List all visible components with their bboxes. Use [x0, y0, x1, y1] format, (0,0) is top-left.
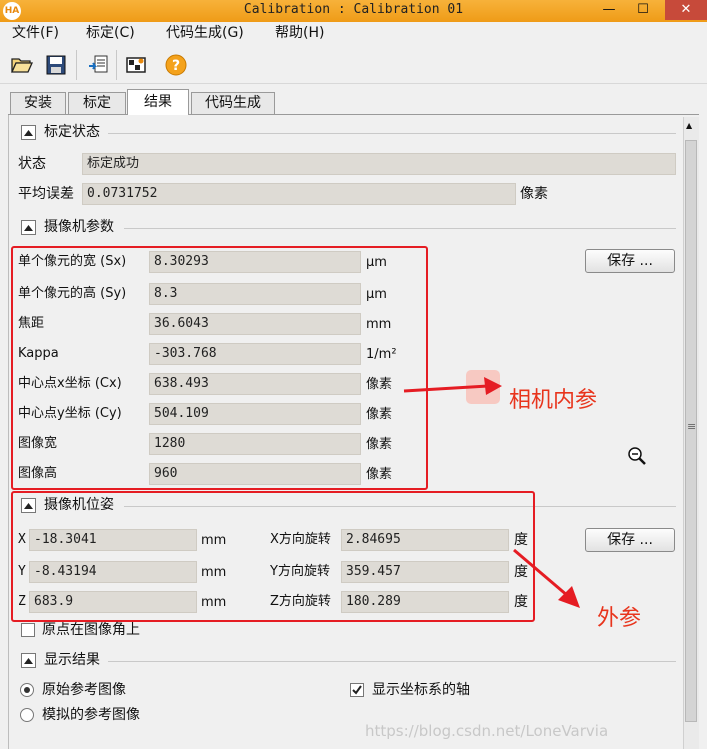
section-title-display: 显示结果: [44, 652, 100, 668]
collapse-status-toggle[interactable]: [21, 125, 36, 140]
section-divider: [108, 661, 676, 662]
radio-simulated-label: 模拟的参考图像: [42, 707, 140, 723]
collapse-display-toggle[interactable]: [21, 653, 36, 668]
tab-codegen[interactable]: 代码生成: [191, 92, 275, 114]
intrinsic-highlight-box: [11, 246, 428, 490]
section-title-camera-params: 摄像机参数: [44, 219, 114, 235]
origin-corner-label: 原点在图像角上: [42, 622, 140, 638]
radio-original-label: 原始参考图像: [42, 682, 126, 698]
tab-results[interactable]: 结果: [127, 89, 189, 115]
export-code-icon[interactable]: [84, 51, 112, 79]
intrinsic-arrow-icon: [403, 377, 502, 395]
maximize-button[interactable]: ☐: [630, 0, 656, 20]
extrinsic-arrow-icon: [513, 548, 580, 608]
tab-calibrate[interactable]: 标定: [68, 92, 126, 114]
minimize-button[interactable]: —: [596, 0, 622, 20]
section-divider: [124, 228, 676, 229]
radio-original-image[interactable]: [20, 683, 34, 697]
tab-install[interactable]: 安装: [10, 92, 66, 114]
state-label: 状态: [18, 156, 46, 172]
save-camera-params-button[interactable]: 保存 ...: [585, 249, 675, 273]
open-folder-icon[interactable]: [8, 51, 36, 79]
save-camera-pose-button[interactable]: 保存 ...: [585, 528, 675, 552]
annotation-extrinsic: 外参: [597, 606, 642, 631]
scroll-grip-icon: ≡: [687, 420, 697, 433]
avg-error-label: 平均误差: [18, 186, 74, 202]
collapse-camera-params-toggle[interactable]: [21, 220, 36, 235]
zoom-out-cursor-icon: [628, 447, 646, 465]
save-disk-icon[interactable]: [42, 51, 70, 79]
section-divider: [108, 133, 676, 134]
image-view-icon[interactable]: [122, 51, 150, 79]
close-button[interactable]: ✕: [665, 0, 707, 20]
toolbar-separator: [116, 50, 117, 80]
scroll-up-icon[interactable]: ▲: [686, 121, 692, 130]
extrinsic-highlight-box: [11, 491, 535, 622]
annotation-intrinsic: 相机内参: [509, 388, 598, 413]
toolbar-separator: [76, 50, 77, 80]
menu-calibrate[interactable]: 标定(C): [86, 24, 135, 42]
section-title-status: 标定状态: [44, 124, 100, 140]
help-icon[interactable]: ?: [162, 51, 190, 79]
show-axes-checkbox[interactable]: [350, 683, 364, 697]
avg-error-unit: 像素: [520, 186, 548, 202]
state-field: 标定成功: [82, 153, 676, 175]
origin-corner-checkbox[interactable]: [21, 623, 35, 637]
menu-help[interactable]: 帮助(H): [275, 24, 324, 42]
radio-simulated-image[interactable]: [20, 708, 34, 722]
avg-error-field: 0.0731752: [82, 183, 516, 205]
show-axes-label: 显示坐标系的轴: [372, 682, 470, 698]
menu-file[interactable]: 文件(F): [12, 24, 59, 42]
svg-text:?: ?: [172, 58, 180, 74]
menu-codegen[interactable]: 代码生成(G): [166, 24, 244, 42]
watermark: https://blog.csdn.net/LoneVarvia: [365, 722, 609, 740]
